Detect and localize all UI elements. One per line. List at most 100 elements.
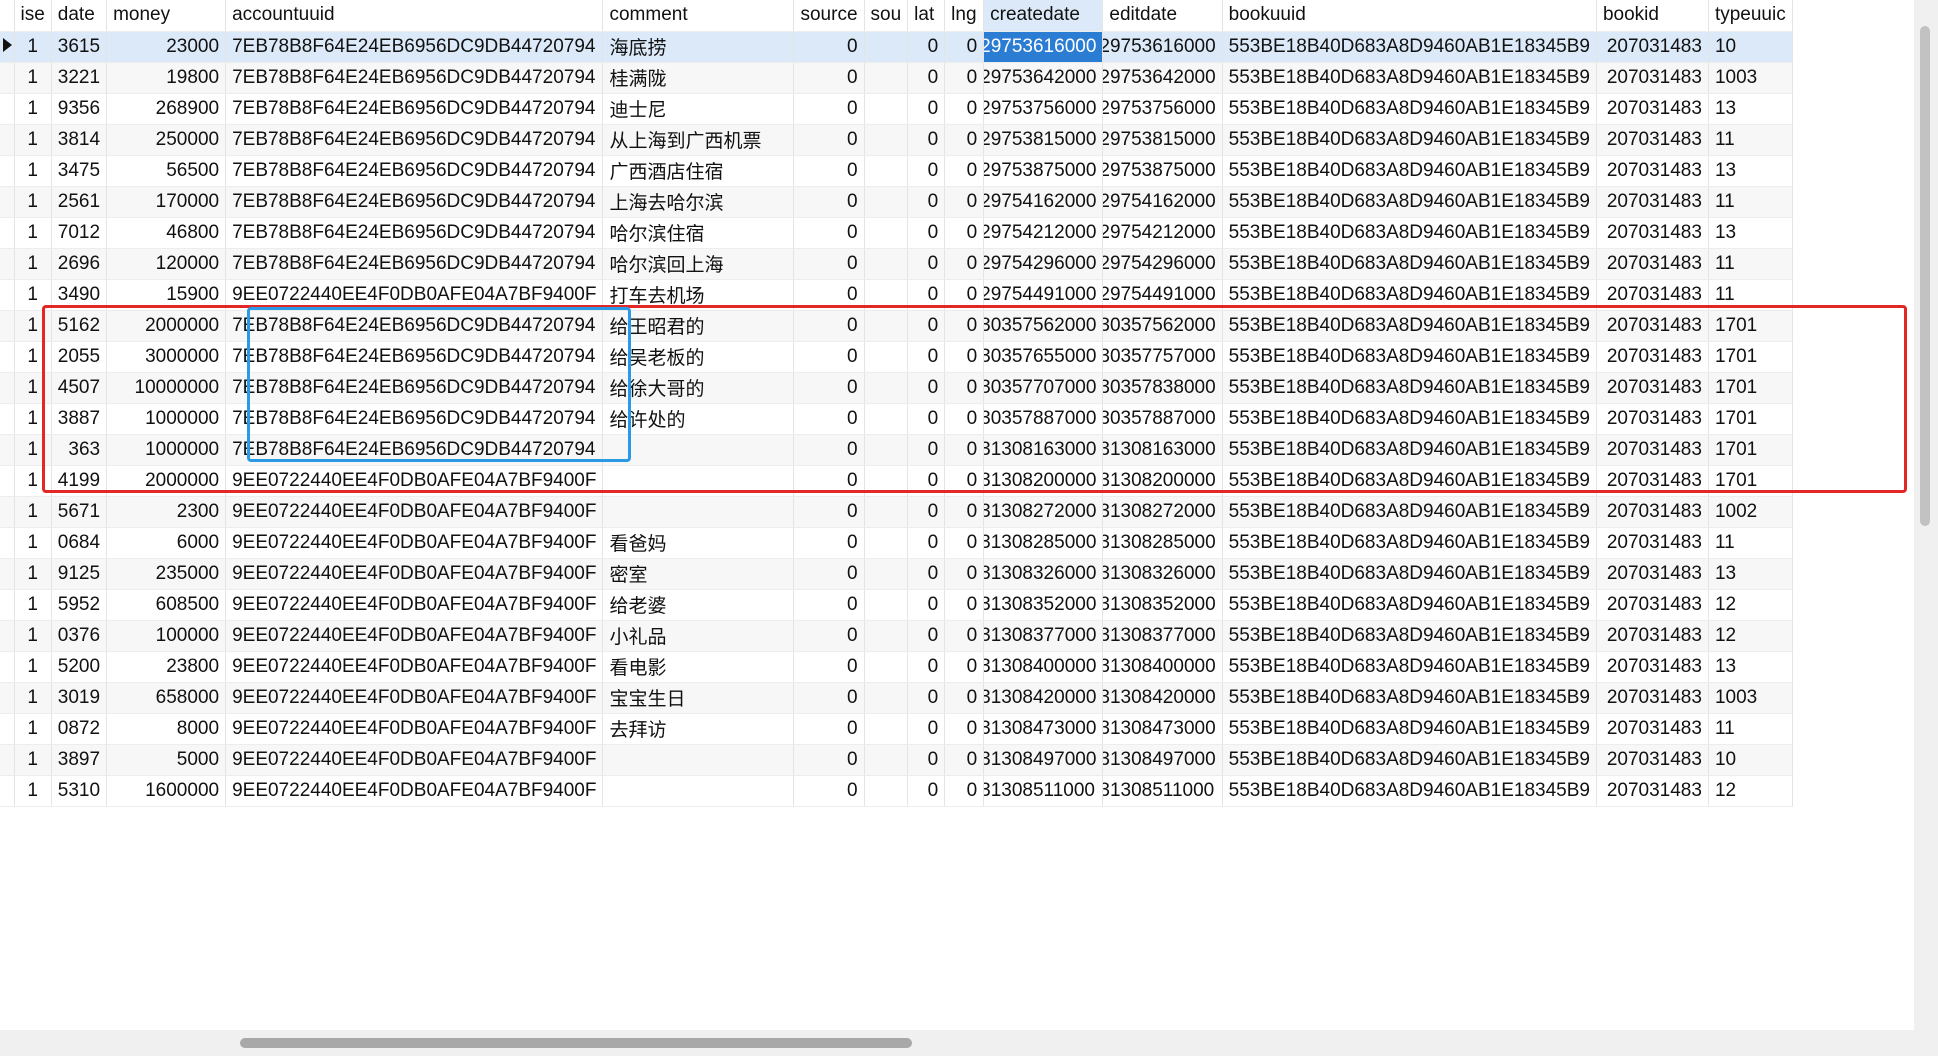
cell-comment[interactable]: 给王昭君的: [602, 310, 795, 342]
cell-source[interactable]: 0: [793, 279, 865, 311]
cell-source[interactable]: 0: [793, 589, 865, 621]
cell-bookuuid[interactable]: 553BE18B40D683A8D9460AB1E18345B9: [1222, 682, 1597, 714]
cell-comment[interactable]: [602, 465, 795, 497]
cell-money[interactable]: 1000000: [106, 403, 227, 435]
cell-lat[interactable]: 0: [907, 279, 946, 311]
cell-bookuuid[interactable]: 553BE18B40D683A8D9460AB1E18345B9: [1222, 62, 1597, 94]
cell-date[interactable]: 0684: [51, 527, 108, 559]
cell-lng[interactable]: 0: [944, 93, 985, 125]
cell-typeuuic[interactable]: 11: [1708, 186, 1793, 218]
cell-bookid[interactable]: 207031483: [1596, 217, 1709, 249]
cell-ise[interactable]: 1: [14, 403, 52, 435]
table-row[interactable]: 1 3221 19800 7EB78B8F64E24EB6956DC9DB447207…: [0, 62, 1793, 94]
cell-accountuuid[interactable]: 7EB78B8F64E24EB6956DC9DB44720794: [225, 341, 604, 373]
column-header-sou[interactable]: sou: [864, 0, 909, 32]
table-row[interactable]: 1 5162 2000000 7EB78B8F64E24EB6956DC9DB4472…: [0, 310, 1793, 342]
cell-money[interactable]: 5000: [106, 744, 227, 776]
cell-ise[interactable]: 1: [14, 31, 52, 63]
table-row[interactable]: 1 5952 608500 9EE0722440EE4F0DB0AFE04A7BF94…: [0, 589, 1793, 621]
cell-lng[interactable]: 0: [944, 248, 985, 280]
cell-ise[interactable]: 1: [14, 682, 52, 714]
cell-typeuuic[interactable]: 11: [1708, 248, 1793, 280]
cell-accountuuid[interactable]: 7EB78B8F64E24EB6956DC9DB44720794: [225, 372, 604, 404]
cell-editdate[interactable]: 31308200000: [1102, 465, 1223, 497]
cell-editdate[interactable]: 30357838000: [1102, 372, 1223, 404]
cell-lng[interactable]: 0: [944, 465, 985, 497]
row-indicator[interactable]: [0, 217, 15, 249]
cell-money[interactable]: 2300: [106, 496, 227, 528]
cell-typeuuic[interactable]: 1003: [1708, 682, 1793, 714]
table-row[interactable]: 1 3475 56500 7EB78B8F64E24EB6956DC9DB447207…: [0, 155, 1793, 187]
cell-editdate[interactable]: 31308420000: [1102, 682, 1223, 714]
cell-lng[interactable]: 0: [944, 589, 985, 621]
row-indicator[interactable]: [0, 682, 15, 714]
cell-createdate[interactable]: 29753642000: [983, 62, 1104, 94]
column-header-ise[interactable]: ise: [14, 0, 52, 32]
table-row[interactable]: 1 5310 1600000 9EE0722440EE4F0DB0AFE04A7BF9…: [0, 775, 1793, 807]
cell-bookid[interactable]: 207031483: [1596, 310, 1709, 342]
cell-bookid[interactable]: 207031483: [1596, 620, 1709, 652]
cell-sou[interactable]: [864, 341, 909, 373]
cell-ise[interactable]: 1: [14, 186, 52, 218]
cell-ise[interactable]: 1: [14, 589, 52, 621]
cell-lng[interactable]: 0: [944, 744, 985, 776]
cell-comment[interactable]: [602, 496, 795, 528]
cell-bookid[interactable]: 207031483: [1596, 279, 1709, 311]
cell-bookuuid[interactable]: 553BE18B40D683A8D9460AB1E18345B9: [1222, 651, 1597, 683]
cell-date[interactable]: 3019: [51, 682, 108, 714]
cell-accountuuid[interactable]: 9EE0722440EE4F0DB0AFE04A7BF9400F: [225, 620, 604, 652]
column-header-lng[interactable]: lng: [944, 0, 985, 32]
cell-typeuuic[interactable]: 13: [1708, 558, 1793, 590]
cell-bookid[interactable]: 207031483: [1596, 341, 1709, 373]
cell-sou[interactable]: [864, 558, 909, 590]
table-row[interactable]: 1 0684 6000 9EE0722440EE4F0DB0AFE04A7BF9400…: [0, 527, 1793, 559]
cell-typeuuic[interactable]: 1003: [1708, 62, 1793, 94]
cell-bookuuid[interactable]: 553BE18B40D683A8D9460AB1E18345B9: [1222, 124, 1597, 156]
cell-lat[interactable]: 0: [907, 217, 946, 249]
cell-editdate[interactable]: 31308497000: [1102, 744, 1223, 776]
cell-sou[interactable]: [864, 620, 909, 652]
row-indicator[interactable]: [0, 558, 15, 590]
cell-sou[interactable]: [864, 310, 909, 342]
column-header-lat[interactable]: lat: [907, 0, 946, 32]
cell-ise[interactable]: 1: [14, 775, 52, 807]
cell-date[interactable]: 3887: [51, 403, 108, 435]
cell-source[interactable]: 0: [793, 434, 865, 466]
cell-date[interactable]: 3490: [51, 279, 108, 311]
cell-source[interactable]: 0: [793, 403, 865, 435]
cell-lng[interactable]: 0: [944, 434, 985, 466]
row-indicator[interactable]: [0, 93, 15, 125]
cell-comment[interactable]: 迪士尼: [602, 93, 795, 125]
column-header-comment[interactable]: comment: [602, 0, 795, 32]
cell-accountuuid[interactable]: 9EE0722440EE4F0DB0AFE04A7BF9400F: [225, 465, 604, 497]
cell-sou[interactable]: [864, 186, 909, 218]
cell-sou[interactable]: [864, 62, 909, 94]
cell-source[interactable]: 0: [793, 341, 865, 373]
row-indicator[interactable]: [0, 310, 15, 342]
cell-sou[interactable]: [864, 713, 909, 745]
cell-comment[interactable]: [602, 744, 795, 776]
cell-bookuuid[interactable]: 553BE18B40D683A8D9460AB1E18345B9: [1222, 279, 1597, 311]
cell-money[interactable]: 56500: [106, 155, 227, 187]
table-row[interactable]: 1 0376 100000 9EE0722440EE4F0DB0AFE04A7BF94…: [0, 620, 1793, 652]
cell-source[interactable]: 0: [793, 713, 865, 745]
cell-editdate[interactable]: 31308400000: [1102, 651, 1223, 683]
row-indicator[interactable]: [0, 31, 15, 63]
cell-bookid[interactable]: 207031483: [1596, 248, 1709, 280]
cell-lng[interactable]: 0: [944, 155, 985, 187]
cell-date[interactable]: 3221: [51, 62, 108, 94]
table-row[interactable]: 1 3615 23000 7EB78B8F64E24EB6956DC9DB447207…: [0, 31, 1793, 63]
cell-bookuuid[interactable]: 553BE18B40D683A8D9460AB1E18345B9: [1222, 186, 1597, 218]
cell-lat[interactable]: 0: [907, 155, 946, 187]
cell-editdate[interactable]: 29753875000: [1102, 155, 1223, 187]
cell-sou[interactable]: [864, 372, 909, 404]
cell-lat[interactable]: 0: [907, 434, 946, 466]
cell-source[interactable]: 0: [793, 651, 865, 683]
cell-createdate[interactable]: 29754162000: [983, 186, 1104, 218]
cell-createdate[interactable]: 29754212000: [983, 217, 1104, 249]
cell-lng[interactable]: 0: [944, 775, 985, 807]
cell-sou[interactable]: [864, 744, 909, 776]
table-row[interactable]: 1 9356 268900 7EB78B8F64E24EB6956DC9DB44720…: [0, 93, 1793, 125]
cell-lng[interactable]: 0: [944, 279, 985, 311]
row-indicator[interactable]: [0, 496, 15, 528]
